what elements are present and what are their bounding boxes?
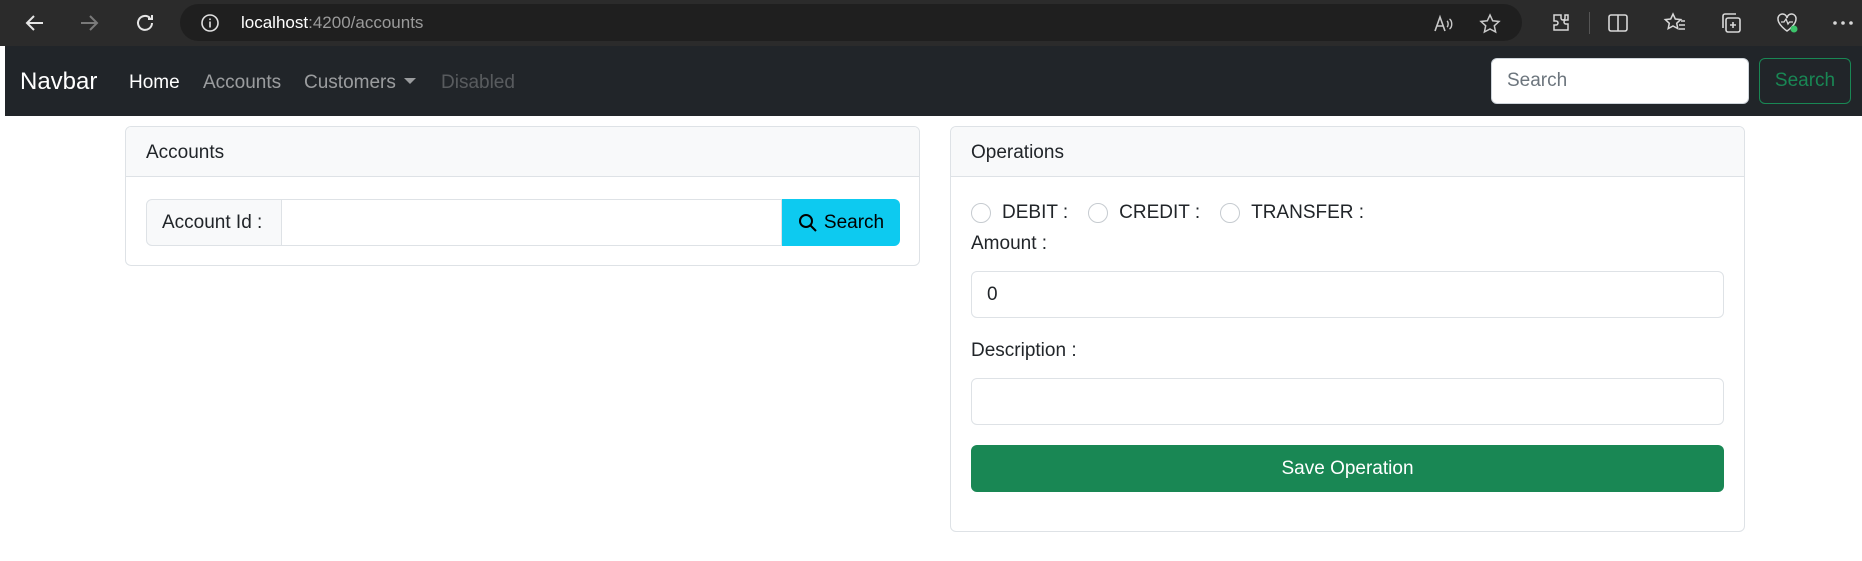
operations-card-header: Operations xyxy=(951,127,1744,177)
url-text[interactable]: localhost:4200/accounts xyxy=(241,13,423,33)
transfer-radio[interactable] xyxy=(1220,203,1241,223)
debit-radio-label: DEBIT : xyxy=(1002,202,1069,223)
nav-link-accounts[interactable]: Accounts xyxy=(203,72,281,94)
url-host: localhost xyxy=(241,13,309,32)
browser-essentials-icon[interactable] xyxy=(1774,10,1800,36)
description-label: Description : xyxy=(971,340,1077,361)
accounts-card-header: Accounts xyxy=(126,127,919,177)
description-input[interactable] xyxy=(971,378,1724,425)
app-navbar: Navbar Home Accounts Customers Disabled … xyxy=(5,46,1862,116)
more-options-icon[interactable] xyxy=(1830,10,1856,36)
extensions-icon[interactable] xyxy=(1548,10,1574,36)
credit-radio[interactable] xyxy=(1088,203,1109,223)
favorite-star-icon[interactable] xyxy=(1479,13,1501,35)
account-search-button-label: Search xyxy=(823,211,885,233)
favorites-icon[interactable] xyxy=(1662,10,1688,36)
amount-input[interactable] xyxy=(971,271,1724,318)
operation-type-group: DEBIT : CREDIT : TRANSFER : xyxy=(971,201,1384,225)
toolbar-separator xyxy=(1589,12,1590,34)
navbar-search-button[interactable]: Search xyxy=(1759,58,1851,104)
operations-card: Operations DEBIT : CREDIT : TRANSFER : A… xyxy=(950,126,1745,532)
info-icon[interactable] xyxy=(200,13,220,33)
caret-down-icon xyxy=(403,77,416,84)
split-screen-icon[interactable] xyxy=(1605,10,1631,36)
collections-icon[interactable] xyxy=(1718,10,1744,36)
address-bar[interactable]: localhost:4200/accounts xyxy=(180,4,1522,41)
account-search-group: Account Id : Search xyxy=(146,199,900,246)
forward-icon[interactable] xyxy=(74,8,104,38)
account-id-label: Account Id : xyxy=(146,199,282,246)
save-operation-button[interactable]: Save Operation xyxy=(971,445,1724,492)
nav-link-disabled: Disabled xyxy=(441,72,515,93)
search-icon xyxy=(798,213,817,232)
transfer-radio-label: TRANSFER : xyxy=(1251,202,1365,223)
navbar-search-input[interactable] xyxy=(1491,58,1749,104)
accounts-card: Accounts Account Id : Search xyxy=(125,126,920,266)
back-icon[interactable] xyxy=(20,8,50,38)
url-path: :4200/accounts xyxy=(308,13,424,32)
credit-radio-label: CREDIT : xyxy=(1119,202,1201,223)
amount-label: Amount : xyxy=(971,233,1048,254)
navbar-brand[interactable]: Navbar xyxy=(20,68,97,96)
read-aloud-icon[interactable] xyxy=(1432,13,1454,35)
account-search-button[interactable]: Search xyxy=(782,199,900,246)
reload-icon[interactable] xyxy=(130,8,160,38)
nav-link-customers-dropdown[interactable]: Customers xyxy=(304,72,416,94)
debit-radio[interactable] xyxy=(971,203,991,223)
account-id-input[interactable] xyxy=(282,199,782,246)
nav-link-customers-label: Customers xyxy=(304,72,396,93)
browser-toolbar: localhost:4200/accounts xyxy=(0,0,1862,46)
nav-link-home[interactable]: Home xyxy=(129,72,180,94)
